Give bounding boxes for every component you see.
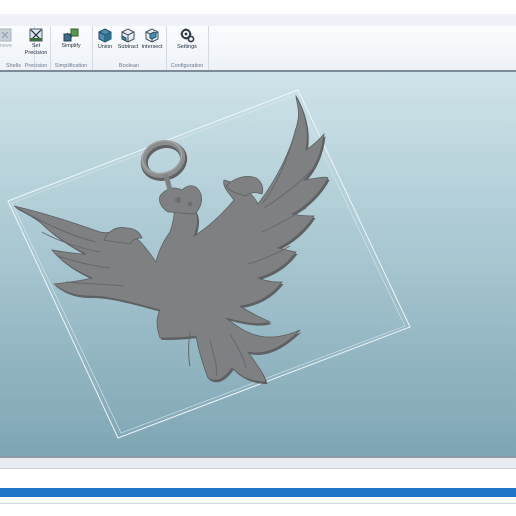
simplify-icon bbox=[63, 28, 79, 42]
simplify-button[interactable]: Simplify bbox=[56, 28, 86, 50]
union-cube-icon bbox=[98, 28, 112, 43]
group-label-simplification: Simplification bbox=[54, 63, 88, 69]
ribbon-toolbar: move Shells Set Precision Precision Simp… bbox=[0, 26, 516, 71]
set-precision-button[interactable]: Set Precision bbox=[22, 28, 50, 56]
pendant-ring bbox=[140, 139, 188, 191]
ribbon-group-boolean: Union Subtract Intersect Boolean bbox=[92, 26, 167, 70]
intersect-cube-icon bbox=[145, 28, 159, 43]
window-top-strip bbox=[0, 0, 516, 14]
group-label-boolean: Boolean bbox=[118, 63, 140, 69]
set-precision-icon bbox=[29, 28, 43, 42]
intersect-label: Intersect bbox=[141, 44, 163, 50]
union-button[interactable]: Union bbox=[94, 28, 116, 51]
viewport-canvas bbox=[7, 89, 411, 439]
settings-button[interactable]: Settings bbox=[172, 28, 202, 51]
3d-viewport[interactable] bbox=[0, 72, 516, 456]
ribbon-group-configuration: Settings Configuration bbox=[166, 26, 209, 70]
bottom-divider bbox=[0, 503, 516, 504]
status-strip bbox=[0, 458, 516, 469]
progress-bar bbox=[0, 488, 516, 497]
remove-shell-button[interactable]: move bbox=[0, 28, 18, 50]
progress-bar-fill bbox=[0, 488, 516, 497]
simplify-label: Simplify bbox=[61, 43, 81, 49]
ribbon-group-precision: Set Precision Precision bbox=[22, 26, 51, 70]
ribbon-group-simplification: Simplify Simplification bbox=[50, 26, 93, 70]
intersect-button[interactable]: Intersect bbox=[140, 28, 164, 51]
subtract-button[interactable]: Subtract bbox=[116, 28, 140, 51]
bottom-panel bbox=[0, 456, 516, 516]
subtract-label: Subtract bbox=[117, 44, 139, 50]
remove-shell-icon bbox=[0, 28, 12, 42]
settings-label: Settings bbox=[177, 44, 197, 50]
set-precision-label: Set Precision bbox=[24, 43, 48, 56]
remove-shell-label: move bbox=[0, 43, 12, 49]
settings-gears-icon bbox=[180, 28, 195, 43]
group-label-precision: Precision bbox=[24, 63, 48, 69]
subtract-cube-icon bbox=[121, 28, 135, 43]
group-label-configuration: Configuration bbox=[170, 63, 204, 69]
union-label: Union bbox=[97, 44, 113, 50]
phoenix-pendant-model[interactable] bbox=[13, 94, 330, 384]
